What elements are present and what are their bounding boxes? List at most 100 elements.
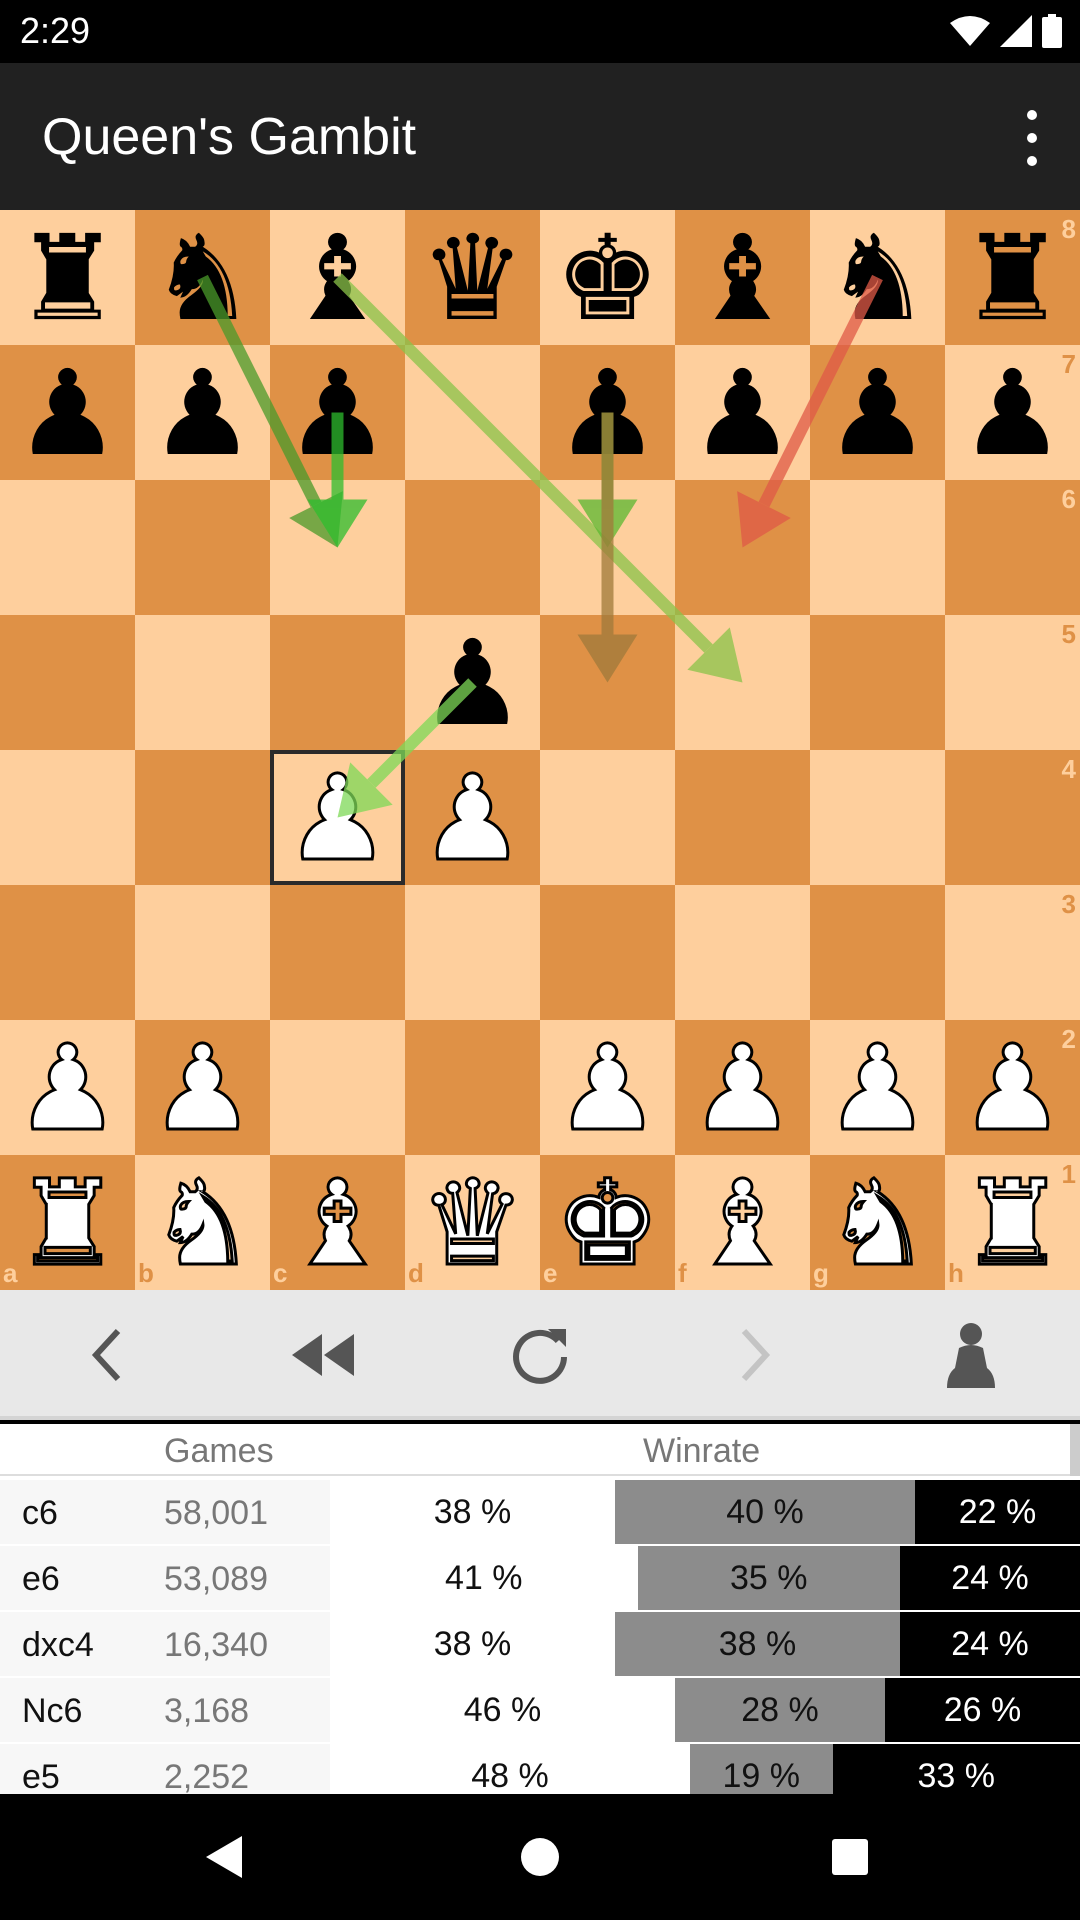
square-e6[interactable] [540,480,675,615]
table-row[interactable]: 2,252 e5 48 % 19 % 33 % [0,1744,1080,1794]
square-f3[interactable] [675,885,810,1020]
square-e4[interactable] [540,750,675,885]
square-d6[interactable] [405,480,540,615]
square-b6[interactable] [135,480,270,615]
square-c1[interactable]: ♝ c [270,1155,405,1290]
square-g2[interactable]: ♟ [810,1020,945,1155]
square-f1[interactable]: ♝ f [675,1155,810,1290]
black-rook-icon[interactable]: ♜ [945,210,1080,345]
square-b7[interactable]: ♟ [135,345,270,480]
square-b5[interactable] [135,615,270,750]
square-b4[interactable] [135,750,270,885]
square-h7[interactable]: ♟ 7 [945,345,1080,480]
square-h6[interactable]: 6 [945,480,1080,615]
square-e1[interactable]: ♚ e [540,1155,675,1290]
first-move-button[interactable] [278,1315,368,1395]
black-pawn-icon[interactable]: ♟ [405,615,540,750]
square-e8[interactable]: ♚ [540,210,675,345]
reset-button[interactable] [495,1315,585,1395]
square-a3[interactable] [0,885,135,1020]
square-h5[interactable]: 5 [945,615,1080,750]
square-c4[interactable]: ♟ [270,750,405,885]
white-pawn-icon[interactable]: ♟ [0,1020,135,1155]
black-pawn-icon[interactable]: ♟ [0,345,135,480]
square-e2[interactable]: ♟ [540,1020,675,1155]
black-pawn-icon[interactable]: ♟ [270,345,405,480]
square-g1[interactable]: ♞ g [810,1155,945,1290]
square-e5[interactable] [540,615,675,750]
square-d8[interactable]: ♛ [405,210,540,345]
square-d2[interactable] [405,1020,540,1155]
square-h2[interactable]: ♟ 2 [945,1020,1080,1155]
square-d1[interactable]: ♛ d [405,1155,540,1290]
side-to-move-button[interactable] [926,1315,1016,1395]
white-pawn-icon[interactable]: ♟ [945,1020,1080,1155]
square-e7[interactable]: ♟ [540,345,675,480]
white-pawn-icon[interactable]: ♟ [540,1020,675,1155]
square-d4[interactable]: ♟ [405,750,540,885]
square-b1[interactable]: ♞ b [135,1155,270,1290]
black-bishop-icon[interactable]: ♝ [270,210,405,345]
white-bishop-icon[interactable]: ♝ [675,1155,810,1290]
white-pawn-icon[interactable]: ♟ [135,1020,270,1155]
square-g8[interactable]: ♞ [810,210,945,345]
square-a4[interactable] [0,750,135,885]
square-c5[interactable] [270,615,405,750]
square-b2[interactable]: ♟ [135,1020,270,1155]
scrollbar[interactable] [1070,1424,1080,1476]
square-h8[interactable]: ♜ 8 [945,210,1080,345]
table-row[interactable]: 3,168 Nc6 46 % 28 % 26 % [0,1678,1080,1742]
white-pawn-icon[interactable]: ♟ [405,750,540,885]
square-h1[interactable]: ♜ 1 h [945,1155,1080,1290]
square-g4[interactable] [810,750,945,885]
square-d5[interactable]: ♟ [405,615,540,750]
black-pawn-icon[interactable]: ♟ [675,345,810,480]
square-c7[interactable]: ♟ [270,345,405,480]
square-e3[interactable] [540,885,675,1020]
white-pawn-icon[interactable]: ♟ [675,1020,810,1155]
square-a8[interactable]: ♜ [0,210,135,345]
table-row[interactable]: 53,089 e6 41 % 35 % 24 % [0,1546,1080,1610]
white-king-icon[interactable]: ♚ [540,1155,675,1290]
table-row[interactable]: 58,001 c6 38 % 40 % 22 % [0,1480,1080,1544]
square-f5[interactable] [675,615,810,750]
square-g7[interactable]: ♟ [810,345,945,480]
square-a5[interactable] [0,615,135,750]
black-pawn-icon[interactable]: ♟ [945,345,1080,480]
square-c2[interactable] [270,1020,405,1155]
home-button[interactable] [505,1822,575,1892]
recents-button[interactable] [815,1822,885,1892]
white-knight-icon[interactable]: ♞ [135,1155,270,1290]
white-pawn-icon[interactable]: ♟ [270,750,405,885]
black-king-icon[interactable]: ♚ [540,210,675,345]
chess-board[interactable]: ♜ ♞ ♝ ♛ ♚ ♝ ♞ ♜ 8 ♟ ♟ ♟ ♟ ♟ ♟ ♟ 7 6 ♟ 5 ♟ ♟ 4 3 ♟ ♟ ♟ ♟ ♟ ♟ 2 ♜ a ♞ b ♝ c ♛ d ♚… [0,210,1080,1290]
black-pawn-icon[interactable]: ♟ [135,345,270,480]
black-rook-icon[interactable]: ♜ [0,210,135,345]
square-h3[interactable]: 3 [945,885,1080,1020]
white-queen-icon[interactable]: ♛ [405,1155,540,1290]
square-c6[interactable] [270,480,405,615]
white-bishop-icon[interactable]: ♝ [270,1155,405,1290]
square-g5[interactable] [810,615,945,750]
black-knight-icon[interactable]: ♞ [135,210,270,345]
square-h4[interactable]: 4 [945,750,1080,885]
square-f6[interactable] [675,480,810,615]
black-knight-icon[interactable]: ♞ [810,210,945,345]
square-c8[interactable]: ♝ [270,210,405,345]
previous-move-button[interactable] [62,1315,152,1395]
square-a6[interactable] [0,480,135,615]
square-g3[interactable] [810,885,945,1020]
black-pawn-icon[interactable]: ♟ [810,345,945,480]
black-pawn-icon[interactable]: ♟ [540,345,675,480]
square-f8[interactable]: ♝ [675,210,810,345]
square-a2[interactable]: ♟ [0,1020,135,1155]
square-a7[interactable]: ♟ [0,345,135,480]
square-d3[interactable] [405,885,540,1020]
white-rook-icon[interactable]: ♜ [945,1155,1080,1290]
square-f4[interactable] [675,750,810,885]
white-rook-icon[interactable]: ♜ [0,1155,135,1290]
back-button[interactable] [190,1822,260,1892]
next-move-button[interactable] [710,1315,800,1395]
black-queen-icon[interactable]: ♛ [405,210,540,345]
square-c3[interactable] [270,885,405,1020]
